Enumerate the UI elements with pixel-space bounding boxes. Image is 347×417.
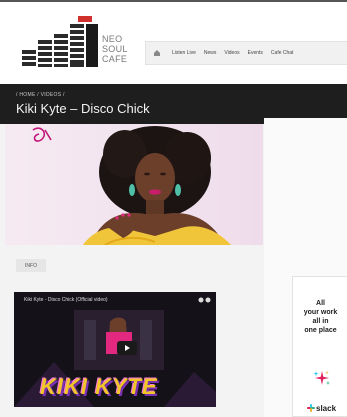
play-button[interactable] bbox=[117, 341, 137, 355]
breadcrumb[interactable]: / HOME / VIDEOS / bbox=[16, 92, 65, 98]
featured-image bbox=[5, 124, 263, 245]
logo-bar bbox=[22, 50, 36, 54]
ad-brand: slack bbox=[307, 404, 336, 413]
logo-bar bbox=[38, 58, 52, 62]
artist-photo-illustration bbox=[32, 126, 231, 245]
play-icon bbox=[125, 345, 130, 351]
top-border bbox=[0, 0, 347, 2]
logo-bar bbox=[22, 56, 36, 60]
main-nav: Listen Live News Videos Events Cafe Chat bbox=[145, 41, 347, 65]
home-icon[interactable] bbox=[150, 46, 164, 60]
site-logo[interactable]: NEO SOUL CAFE bbox=[6, 16, 128, 68]
video-artist-logo: KIKI KYTE bbox=[40, 374, 158, 399]
logo-bar bbox=[70, 42, 84, 46]
logo-wordmark: NEO SOUL CAFE bbox=[102, 34, 128, 64]
ad-headline: All your work all in one place bbox=[293, 299, 347, 335]
logo-bar bbox=[70, 30, 84, 34]
video-menu-icon[interactable] bbox=[198, 296, 212, 304]
sparkle-icon bbox=[313, 371, 330, 385]
logo-bar bbox=[54, 64, 68, 67]
logo-bar bbox=[38, 46, 52, 50]
logo-bar bbox=[22, 62, 36, 66]
logo-bar bbox=[54, 52, 68, 56]
logo-line-3: CAFE bbox=[102, 54, 128, 64]
logo-bar bbox=[70, 24, 84, 28]
sidebar-ad[interactable]: All your work all in one place slack bbox=[292, 276, 347, 417]
logo-bar bbox=[54, 34, 68, 38]
logo-line-2: SOUL bbox=[102, 44, 128, 54]
logo-bar bbox=[38, 52, 52, 56]
ad-headline-line: all in bbox=[312, 318, 329, 325]
ad-brand-label: slack bbox=[316, 404, 337, 413]
logo-bar bbox=[38, 40, 52, 44]
logo-bar bbox=[70, 54, 84, 58]
logo-bar bbox=[54, 46, 68, 50]
nav-item-events[interactable]: Events bbox=[248, 50, 263, 56]
ad-headline-line: your work bbox=[303, 309, 338, 316]
logo-bar bbox=[70, 48, 84, 52]
ad-headline-line: one place bbox=[304, 327, 337, 334]
tab-info[interactable]: INFO bbox=[16, 259, 46, 272]
logo-bar bbox=[54, 58, 68, 62]
nav-item-listen-live[interactable]: Listen Live bbox=[172, 50, 196, 56]
nav-item-videos[interactable]: Videos bbox=[224, 50, 239, 56]
logo-red-block bbox=[78, 16, 92, 22]
logo-bar bbox=[86, 24, 98, 67]
ad-headline-line: All bbox=[316, 300, 325, 307]
logo-line-1: NEO bbox=[102, 34, 123, 44]
logo-bar bbox=[70, 60, 84, 67]
logo-bar bbox=[38, 64, 52, 67]
nav-item-news[interactable]: News bbox=[204, 50, 217, 56]
page-title: Kiki Kyte – Disco Chick bbox=[16, 101, 150, 116]
logo-bar bbox=[54, 40, 68, 44]
video-player[interactable]: Kiki Kyte - Disco Chick (Official video)… bbox=[14, 292, 216, 407]
video-title[interactable]: Kiki Kyte - Disco Chick (Official video) bbox=[24, 297, 108, 303]
nav-item-cafe-chat[interactable]: Cafe Chat bbox=[271, 50, 294, 56]
slack-logo-icon bbox=[307, 404, 315, 412]
logo-bar bbox=[70, 36, 84, 40]
